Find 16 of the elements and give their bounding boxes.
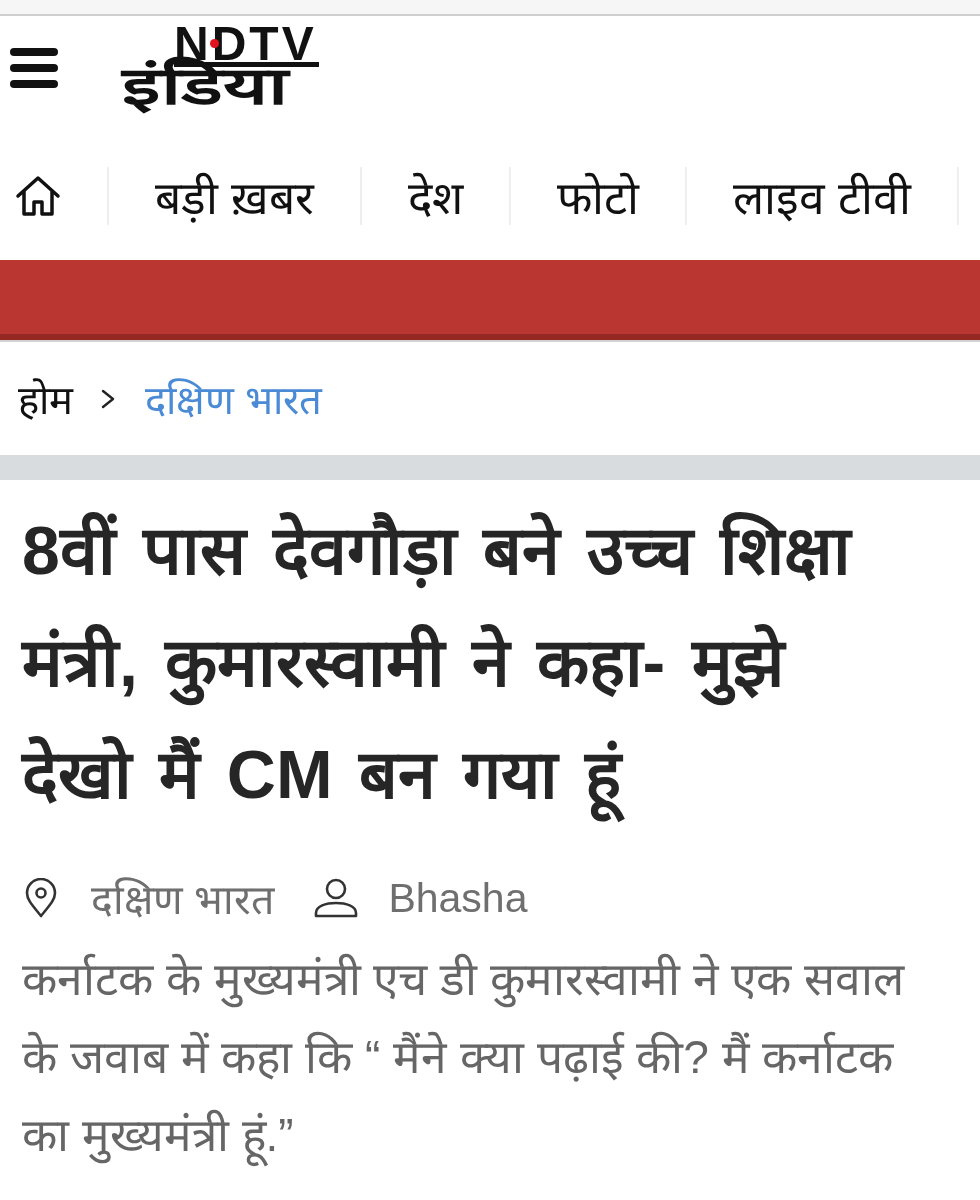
- article-headline: 8वीं पास देवगौड़ा बने उच्च शिक्षा मंत्री, कुमारस्वामी ने कहा- मुझे देखो मैं CM बन गया हूं: [22, 494, 892, 830]
- article-summary: कर्नाटक के मुख्यमंत्री एच डी कुमारस्वामी ने एक सवाल के जवाब में कहा कि “ मैंने क्या पढ़ाई की? मैं कर्नाटक का मुख्यमंत्री हूं.”: [22, 940, 922, 1174]
- nav-link[interactable]: बड़ी ख़बर: [109, 167, 362, 225]
- breadcrumb-link[interactable]: दक्षिण भारत: [145, 371, 323, 426]
- nav-link[interactable]: देश: [361, 167, 511, 225]
- article-location: दक्षिण भारत: [91, 876, 275, 925]
- chevron-icon: [101, 388, 115, 409]
- nav-link[interactable]: फोटो: [510, 167, 687, 225]
- person-icon: [314, 878, 359, 918]
- nav-link[interactable]: लाइव टीवी: [686, 167, 959, 225]
- menu-icon[interactable]: [10, 48, 58, 88]
- author-name: Bhasha: [388, 874, 528, 922]
- breadcrumb-link[interactable]: होम: [18, 371, 73, 426]
- dot-icon: [210, 38, 219, 48]
- location-pin-icon: [25, 878, 57, 918]
- home-icon[interactable]: [15, 175, 61, 217]
